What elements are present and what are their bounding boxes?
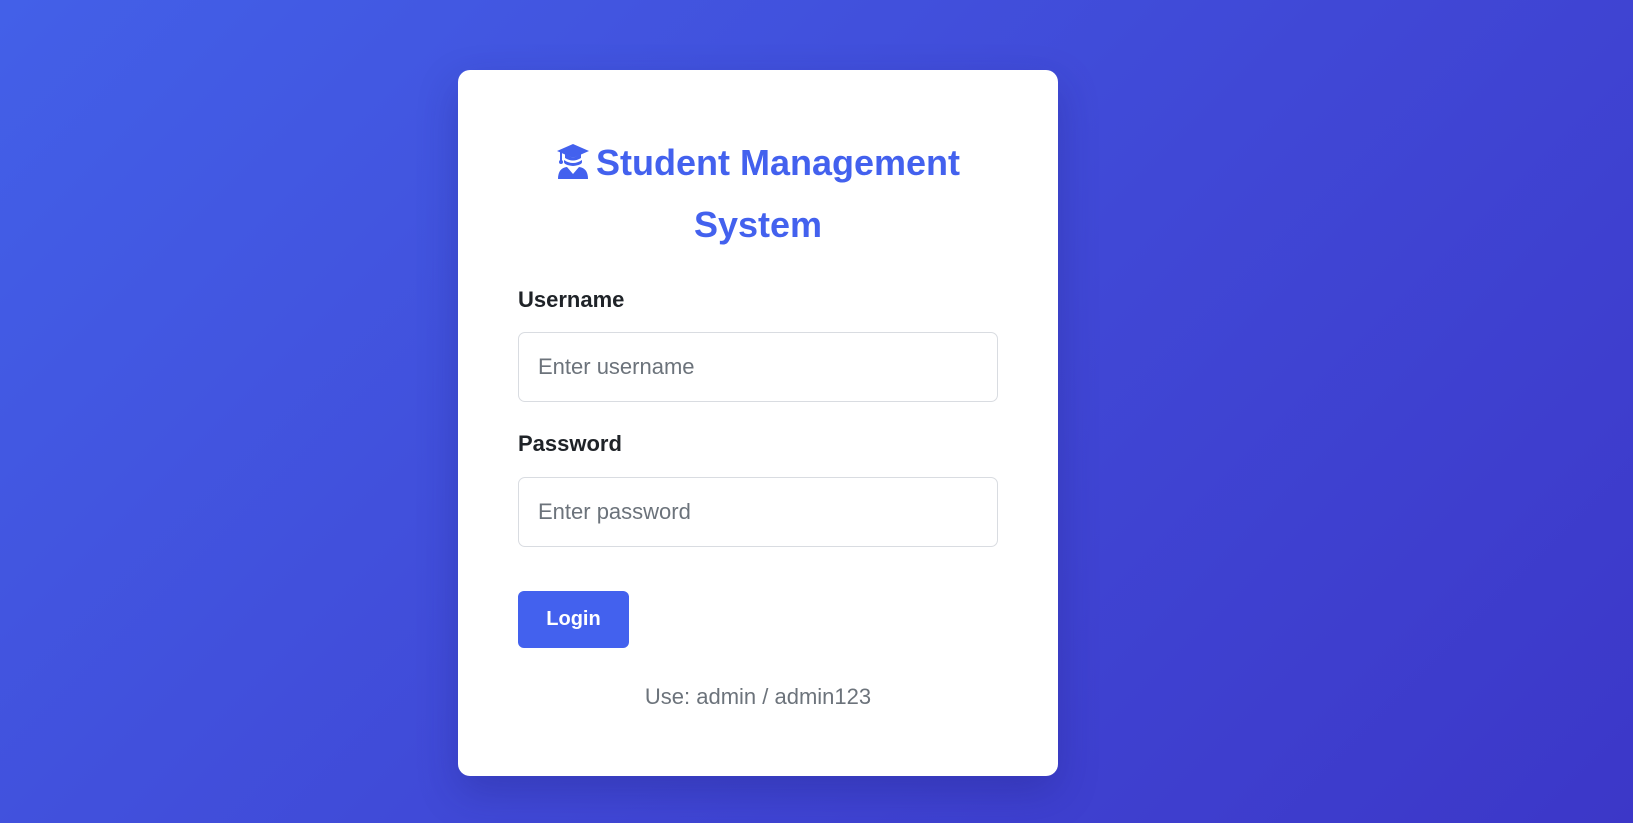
- title-line-1: Student Management: [458, 134, 1058, 196]
- password-label: Password: [518, 431, 622, 456]
- title-line-2: System: [693, 204, 823, 245]
- password-input[interactable]: [518, 477, 998, 547]
- graduation-cap-icon: [556, 138, 590, 196]
- title-text-1: Student Management: [595, 142, 961, 183]
- page-title: Student Management System: [458, 134, 1058, 254]
- login-button[interactable]: Login: [518, 591, 629, 648]
- credentials-hint: Use: admin / admin123: [644, 684, 872, 709]
- login-card: Student Management System Username Passw…: [458, 70, 1058, 776]
- username-label: Username: [518, 287, 625, 312]
- username-input[interactable]: [518, 332, 998, 402]
